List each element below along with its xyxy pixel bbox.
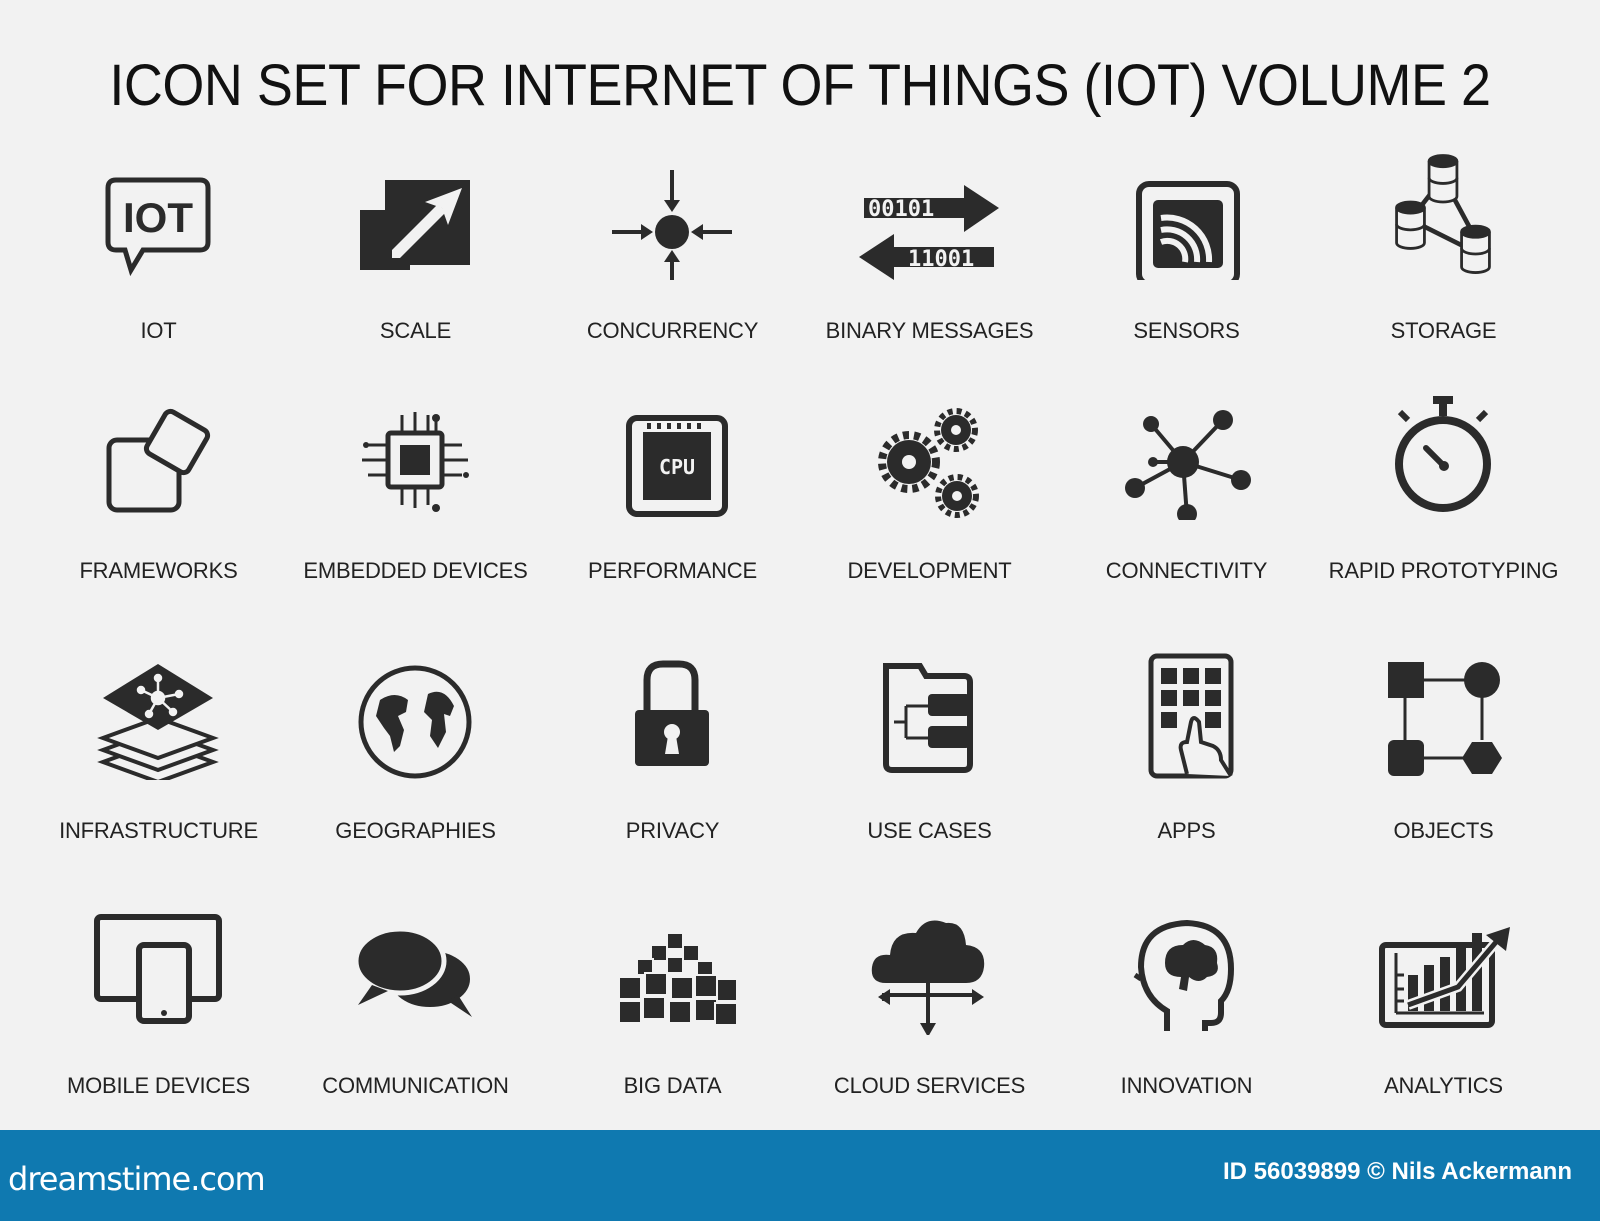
icon-item-scale: SCALE: [287, 150, 544, 350]
icon-label: SENSORS: [1133, 318, 1240, 343]
icon-item-analytics: ANALYTICS: [1315, 905, 1572, 1105]
use-cases-folder-icon: [883, 663, 973, 773]
objects-shapes-icon: [1388, 662, 1502, 776]
icon-label: COMMUNICATION: [322, 1073, 509, 1098]
icon-item-binary-messages: 00101 11001 BINARY MESSAGES: [801, 150, 1058, 350]
speech-bubbles-icon: [353, 926, 474, 1017]
image-credit: ID 56039899 © Nils Ackermann: [1223, 1158, 1572, 1185]
frameworks-icon: [106, 408, 211, 513]
icon-label: BINARY MESSAGES: [825, 318, 1034, 343]
icon-label: CONCURRENCY: [586, 318, 759, 343]
icon-item-communication: COMMUNICATION: [287, 905, 544, 1105]
icon-label: CLOUD SERVICES: [833, 1073, 1026, 1098]
icon-label: APPS: [1157, 818, 1216, 843]
sensors-icon: [1136, 181, 1240, 280]
globe-icon: [358, 665, 472, 779]
icon-item-concurrency: CONCURRENCY: [544, 150, 801, 350]
infrastructure-layers-icon: [97, 664, 219, 780]
icon-item-privacy: PRIVACY: [544, 650, 801, 850]
icon-label: ANALYTICS: [1384, 1073, 1503, 1098]
padlock-icon: [635, 660, 709, 766]
performance-cpu-icon: CPU: [626, 415, 728, 517]
icon-label: BIG DATA: [623, 1073, 722, 1098]
development-gears-icon: [878, 408, 979, 518]
icon-item-development: DEVELOPMENT: [801, 390, 1058, 590]
icon-item-rapid-prototyping: RAPID PROTOTYPING: [1315, 390, 1572, 590]
icon-label: PERFORMANCE: [588, 558, 757, 583]
big-data-icon: [618, 932, 737, 1026]
icon-item-infrastructure: INFRASTRUCTURE: [30, 650, 287, 850]
icon-label: DEVELOPMENT: [847, 558, 1012, 583]
stopwatch-icon: [1395, 396, 1491, 512]
icon-label: FRAMEWORKS: [79, 558, 238, 583]
icon-label: IOT: [140, 318, 177, 343]
icon-item-big-data: BIG DATA: [544, 905, 801, 1105]
icon-item-apps: APPS: [1058, 650, 1315, 850]
icon-label: GEOGRAPHIES: [335, 818, 496, 843]
icon-item-storage: STORAGE: [1315, 150, 1572, 350]
concurrency-icon: [612, 170, 732, 280]
binary-messages-icon: 00101 11001: [859, 185, 999, 280]
embedded-devices-icon: [362, 412, 469, 512]
icon-item-cloud-services: CLOUD SERVICES: [801, 905, 1058, 1105]
svg-text:11001: 11001: [908, 247, 974, 272]
icon-label: CONNECTIVITY: [1105, 558, 1268, 583]
icon-label: USE CASES: [867, 818, 992, 843]
icon-label: MOBILE DEVICES: [66, 1073, 251, 1098]
scale-icon: [360, 180, 470, 270]
svg-text:00101: 00101: [868, 197, 934, 222]
icon-item-frameworks: FRAMEWORKS: [30, 390, 287, 590]
icon-item-iot: IOT IOT: [30, 150, 287, 350]
icon-item-mobile-devices: MOBILE DEVICES: [30, 905, 287, 1105]
icon-label: OBJECTS: [1393, 818, 1494, 843]
icon-item-innovation: INNOVATION: [1058, 905, 1315, 1105]
dreamstime-logo[interactable]: dreamstime.com: [8, 1160, 266, 1198]
icon-label: SCALE: [379, 318, 452, 343]
icon-item-geographies: GEOGRAPHIES: [287, 650, 544, 850]
icon-label: EMBEDDED DEVICES: [303, 558, 528, 583]
apps-touch-icon: [1148, 653, 1234, 779]
icon-label: INFRASTRUCTURE: [59, 818, 258, 843]
icon-item-connectivity: CONNECTIVITY: [1058, 390, 1315, 590]
cloud-services-icon: [871, 920, 985, 1035]
svg-text:IOT: IOT: [123, 194, 193, 241]
icon-label: STORAGE: [1390, 318, 1497, 343]
icon-item-performance: CPU PERFORMANCE: [544, 390, 801, 590]
innovation-head-icon: [1133, 919, 1235, 1031]
icon-label: INNOVATION: [1120, 1073, 1253, 1098]
icon-item-embedded-devices: EMBEDDED DEVICES: [287, 390, 544, 590]
page-title: ICON SET FOR INTERNET OF THINGS (IOT) VO…: [109, 53, 1491, 118]
footer-bar: dreamstime.com ID 56039899 © Nils Ackerm…: [0, 1130, 1600, 1221]
icon-item-use-cases: USE CASES: [801, 650, 1058, 850]
icon-label: PRIVACY: [625, 818, 720, 843]
iot-speech-bubble-icon: IOT: [105, 177, 211, 277]
mobile-devices-icon: [94, 914, 222, 1024]
icon-label: RAPID PROTOTYPING: [1328, 558, 1559, 583]
storage-icon: [1395, 154, 1491, 274]
analytics-chart-icon: [1379, 927, 1510, 1028]
icon-item-objects: OBJECTS: [1315, 650, 1572, 850]
icon-item-sensors: SENSORS: [1058, 150, 1315, 350]
connectivity-icon: [1125, 410, 1251, 520]
svg-text:CPU: CPU: [659, 455, 695, 479]
